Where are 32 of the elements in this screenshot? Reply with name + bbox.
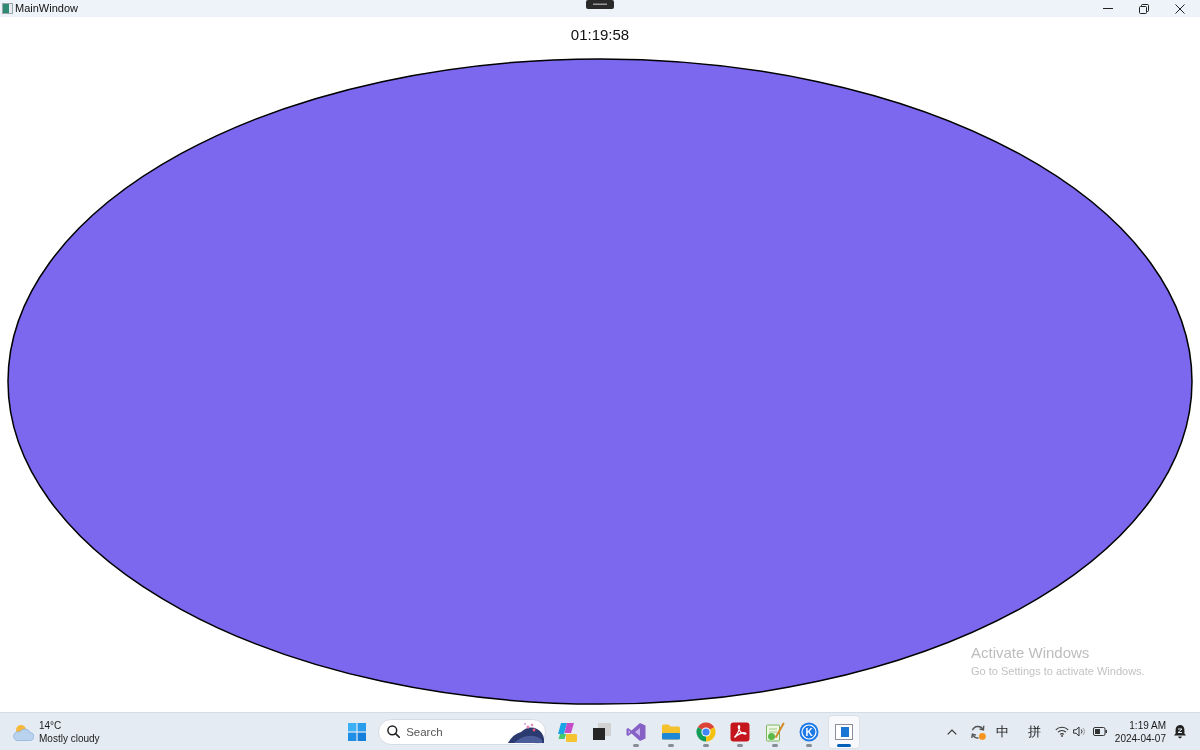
bell-icon[interactable] [1173, 724, 1187, 739]
taskbar-clock[interactable]: 1:19 AM 2024-04-07 [1114, 718, 1166, 745]
window-title: MainWindow [15, 1, 78, 16]
chevron-up-icon[interactable] [946, 728, 957, 735]
colorful-shapes-app-icon [557, 721, 578, 742]
snap-handle-icon[interactable] [586, 0, 614, 9]
clock-text: 01:19:58 [570, 25, 630, 45]
sync-icon[interactable] [969, 723, 986, 740]
tiles-icon [348, 722, 367, 741]
ime-mode-indicator[interactable]: 拼 [1027, 723, 1041, 740]
landscape-icon [508, 720, 545, 743]
window-app-icon [833, 721, 854, 742]
restore-icon [1139, 3, 1149, 14]
ribbon-app-icon [626, 721, 647, 742]
activation-message: Go to Settings to activate Windows. [971, 664, 1145, 679]
notepad-app-icon [764, 721, 785, 742]
weather-widget[interactable]: 14°C Mostly cloudy [12, 718, 100, 745]
wifi-icon[interactable] [1054, 726, 1069, 737]
search-icon [387, 725, 401, 738]
close-icon [1175, 3, 1185, 14]
browser-app-icon [695, 721, 716, 742]
input-mode-indicator[interactable]: 中 [995, 723, 1009, 740]
minimize-icon [1103, 8, 1113, 9]
letter-circle-app-icon: K [799, 721, 820, 742]
pdf-app-icon [730, 721, 751, 742]
battery-icon[interactable] [1092, 727, 1107, 736]
sun-cloud-icon [12, 722, 34, 741]
speaker-icon[interactable] [1072, 726, 1085, 737]
activation-title: Activate Windows [971, 643, 1091, 663]
taskbar-app-button[interactable] [827, 714, 860, 749]
squares-app-icon [591, 721, 612, 742]
taskbar-app-button[interactable]: K [793, 714, 826, 749]
